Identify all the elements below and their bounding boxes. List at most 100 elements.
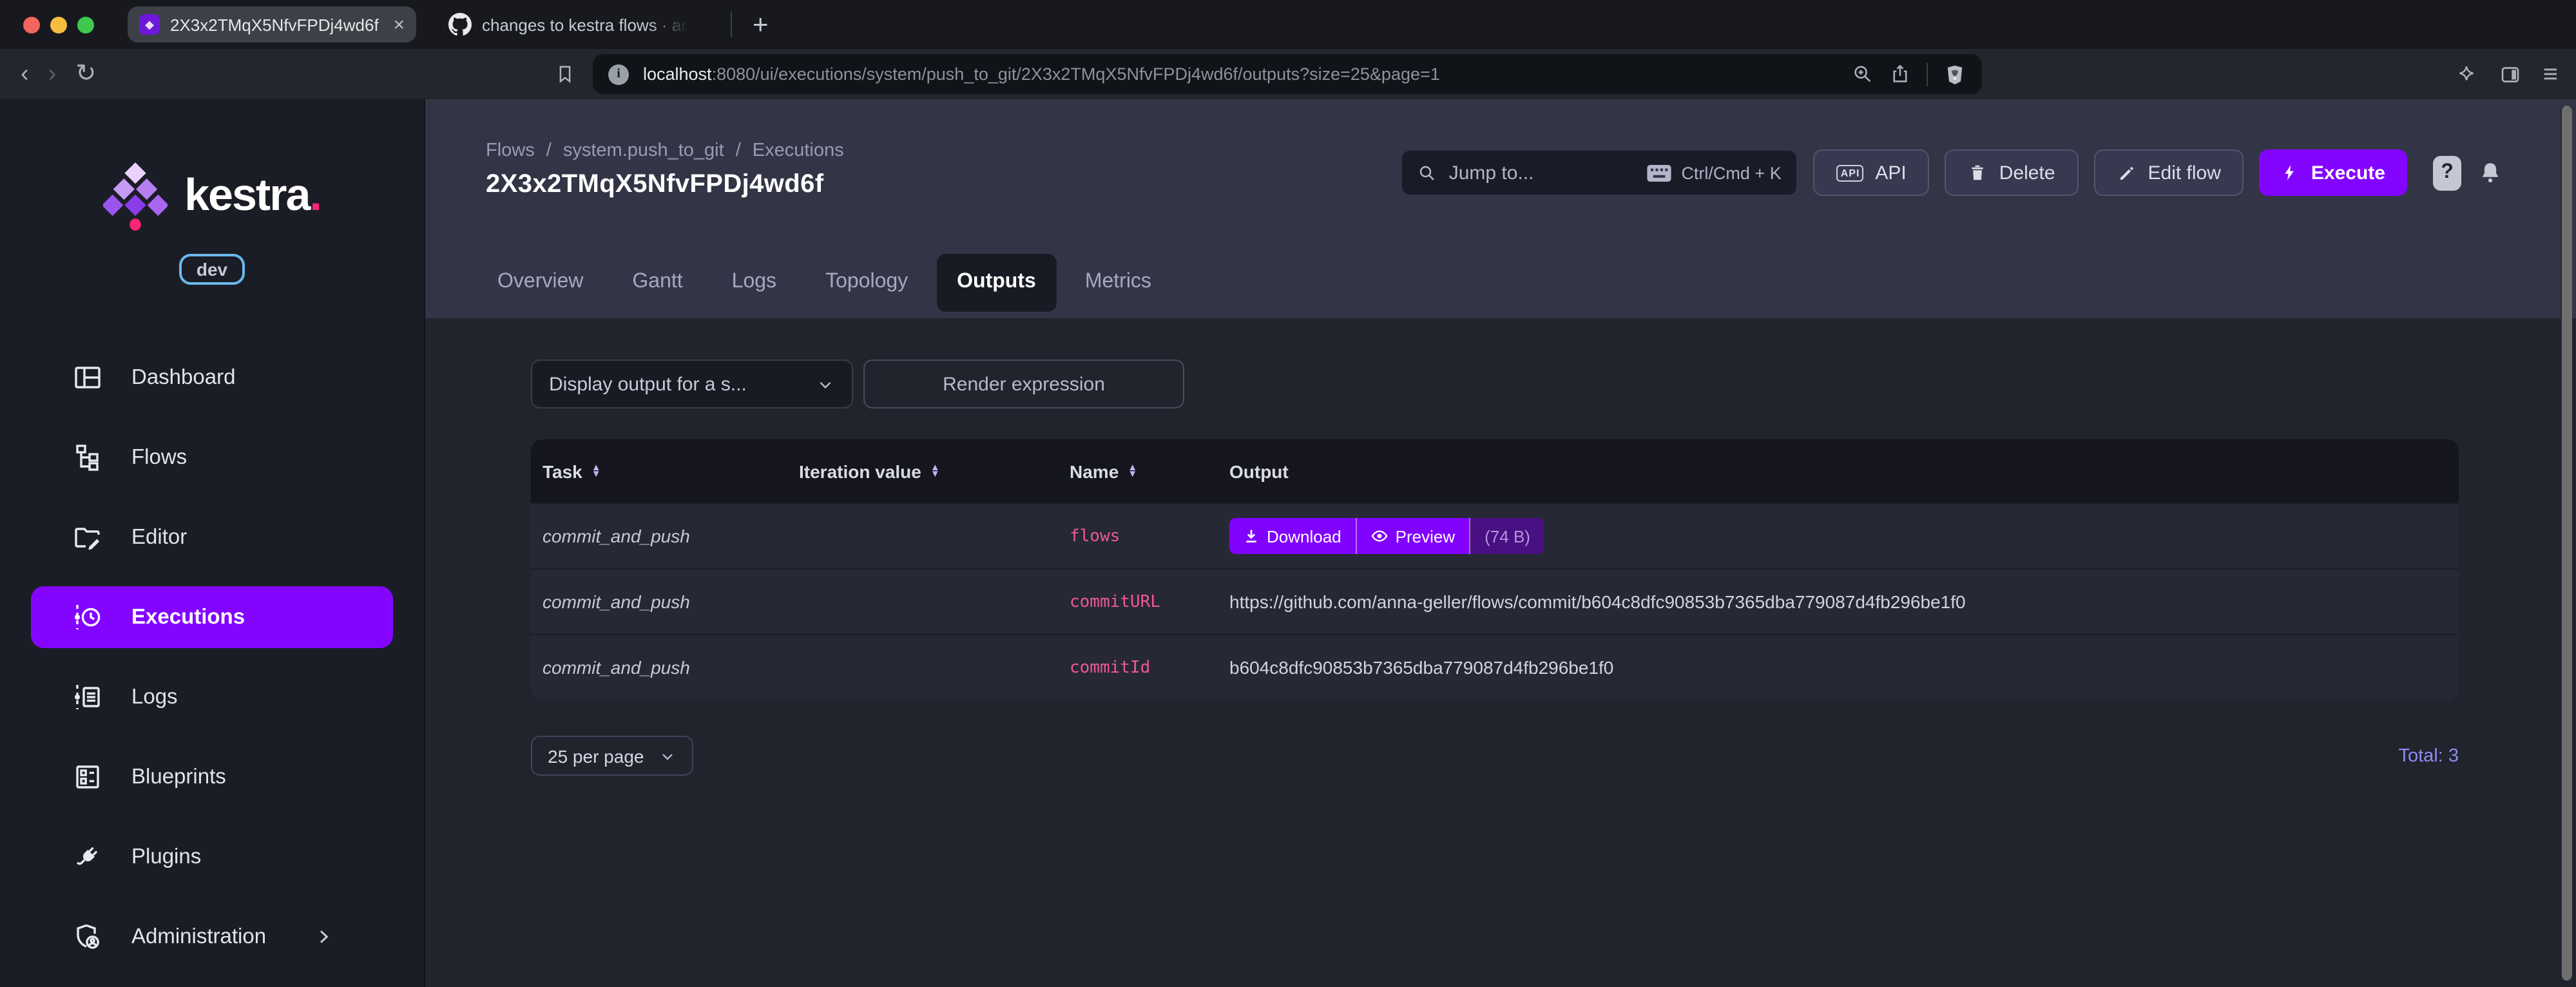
notifications-bell-icon[interactable]: [2477, 159, 2504, 186]
sidebar-item-label: Plugins: [131, 845, 202, 868]
sidebar-item-logs[interactable]: Logs: [31, 666, 393, 728]
table-row: commit_and_push flows Download Preview (…: [531, 503, 2459, 568]
jump-to-search[interactable]: Jump to... Ctrl/Cmd + K: [1401, 149, 1798, 196]
screen: ◆ 2X3x2TMqX5NfvFPDj4wd6f | × changes to …: [0, 0, 2576, 987]
sidebar-item-label: Flows: [131, 445, 187, 468]
api-button[interactable]: API API: [1813, 149, 1930, 196]
breadcrumb: Flows / system.push_to_git / Executions: [486, 140, 844, 161]
outputs-panel: Display output for a s... Render express…: [425, 318, 2576, 987]
sidebar-item-flows[interactable]: Flows: [31, 426, 393, 488]
tab-gantt[interactable]: Gantt: [611, 253, 703, 311]
page-title: 2X3x2TMqX5NfvFPDj4wd6f: [486, 170, 824, 198]
breadcrumb-flows[interactable]: Flows: [486, 140, 535, 161]
window-zoom-button[interactable]: [77, 16, 94, 33]
execute-button[interactable]: Execute: [2259, 149, 2407, 196]
execution-tabs: Overview Gantt Logs Topology Outputs Met…: [425, 246, 2576, 318]
total-count: Total: 3: [2398, 745, 2459, 766]
environment-badge: dev: [179, 254, 245, 285]
browser-tab-kestra[interactable]: ◆ 2X3x2TMqX5NfvFPDj4wd6f | ×: [128, 6, 416, 43]
sidebar-item-label: Blueprints: [131, 765, 226, 788]
lightning-icon: [2282, 162, 2300, 183]
breadcrumb-flow-id[interactable]: system.push_to_git: [563, 140, 724, 161]
tab-outputs[interactable]: Outputs: [936, 253, 1057, 311]
browser-toolbar: ‹ › ↻ i localhost:8080/ui/executions/sys…: [0, 49, 2576, 99]
download-button[interactable]: Download: [1229, 518, 1356, 554]
chevron-down-icon: [658, 747, 676, 765]
editor-icon: [72, 522, 103, 553]
sidebar-item-label: Editor: [131, 525, 187, 548]
preview-button[interactable]: Preview: [1355, 518, 1470, 554]
trash-icon: [1968, 162, 1988, 183]
column-name[interactable]: Name: [1070, 461, 1119, 481]
sidebar-item-executions[interactable]: Executions: [31, 586, 393, 648]
sidebar-item-label: Dashboard: [131, 365, 236, 388]
brave-shields-icon[interactable]: [1943, 62, 1966, 86]
sidebar-item-label: Logs: [131, 685, 178, 708]
sort-icon[interactable]: ▲ ▼: [1128, 463, 1137, 477]
back-icon[interactable]: ‹: [21, 62, 29, 86]
tab-title: changes to kestra flows · anna-ge: [482, 15, 688, 34]
dashboard-icon: [72, 362, 103, 393]
sidebar-toggle-icon[interactable]: [2499, 62, 2523, 86]
jump-to-placeholder: Jump to...: [1448, 162, 1534, 184]
column-iteration-value[interactable]: Iteration value: [799, 461, 921, 481]
breadcrumb-executions[interactable]: Executions: [753, 140, 844, 161]
column-task[interactable]: Task: [543, 461, 582, 481]
kestra-logo[interactable]: kestra.: [103, 161, 322, 231]
tab-metrics[interactable]: Metrics: [1064, 253, 1172, 311]
pagination-row: 25 per page Total: 3: [531, 736, 2459, 776]
sidebar: kestra. dev Dashboard Flows Editor Execu…: [0, 99, 425, 987]
site-info-icon[interactable]: i: [608, 64, 629, 84]
scrollbar-thumb[interactable]: [2561, 106, 2572, 981]
tab-topology[interactable]: Topology: [805, 253, 928, 311]
output-value: b604c8dfc90853b7365dba779087d4fb296be1f0: [1229, 657, 1614, 678]
main-area: Flows / system.push_to_git / Executions …: [425, 99, 2576, 987]
logs-icon: [72, 682, 103, 713]
breadcrumb-separator: /: [735, 140, 741, 161]
share-icon[interactable]: [1889, 63, 1911, 85]
shortcut-hint: Ctrl/Cmd + K: [1681, 163, 1782, 182]
task-cell: commit_and_push: [543, 657, 690, 678]
render-expression-button[interactable]: Render expression: [863, 359, 1184, 408]
file-actions: Download Preview (74 B): [1229, 518, 1544, 554]
sidebar-item-administration[interactable]: Administration: [31, 906, 393, 968]
tab-overview[interactable]: Overview: [477, 253, 604, 311]
close-tab-icon[interactable]: ×: [393, 15, 405, 34]
reload-icon[interactable]: ↻: [75, 62, 96, 86]
per-page-select[interactable]: 25 per page: [531, 736, 693, 776]
logo-wordmark: kestra.: [184, 170, 322, 220]
browser-tab-bar: ◆ 2X3x2TMqX5NfvFPDj4wd6f | × changes to …: [0, 0, 2576, 49]
sort-icon[interactable]: ▲ ▼: [930, 463, 940, 477]
sidebar-item-dashboard[interactable]: Dashboard: [31, 347, 393, 408]
sidebar-item-plugins[interactable]: Plugins: [31, 826, 393, 888]
sort-icon[interactable]: ▲ ▼: [591, 463, 601, 477]
kestra-favicon-icon: ◆: [139, 14, 160, 35]
new-tab-button[interactable]: +: [753, 11, 769, 38]
brave-leo-icon[interactable]: [2456, 62, 2479, 86]
help-button[interactable]: ?: [2433, 155, 2461, 190]
window-close-button[interactable]: [23, 16, 40, 33]
menu-icon[interactable]: ≡: [2543, 61, 2558, 87]
name-cell: commitURL: [1070, 592, 1160, 611]
tab-divider: [731, 12, 732, 37]
window-minimize-button[interactable]: [50, 16, 67, 33]
address-bar[interactable]: i localhost:8080/ui/executions/system/pu…: [593, 54, 1982, 94]
bookmark-icon[interactable]: [554, 63, 576, 85]
name-cell: flows: [1070, 526, 1120, 546]
sidebar-item-editor[interactable]: Editor: [31, 506, 393, 568]
browser-tab-github[interactable]: changes to kestra flows · anna-ge: [437, 6, 710, 43]
edit-flow-button[interactable]: Edit flow: [2093, 149, 2244, 196]
search-icon: [1418, 163, 1437, 182]
zoom-page-icon[interactable]: [1852, 63, 1874, 85]
scrollbar[interactable]: [2561, 106, 2572, 981]
display-output-select[interactable]: Display output for a s...: [531, 359, 853, 408]
tab-logs[interactable]: Logs: [711, 253, 797, 311]
outputs-table: Task ▲ ▼ Iteration value ▲ ▼ Name ▲ ▼ Out: [531, 439, 2459, 700]
url-host: localhost: [643, 64, 712, 84]
url-text: localhost:8080/ui/executions/system/push…: [643, 64, 1440, 84]
breadcrumb-separator: /: [546, 140, 552, 161]
sidebar-item-blueprints[interactable]: Blueprints: [31, 746, 393, 808]
forward-icon[interactable]: ›: [48, 62, 57, 86]
column-output: Output: [1229, 461, 1289, 481]
delete-button[interactable]: Delete: [1945, 149, 2079, 196]
